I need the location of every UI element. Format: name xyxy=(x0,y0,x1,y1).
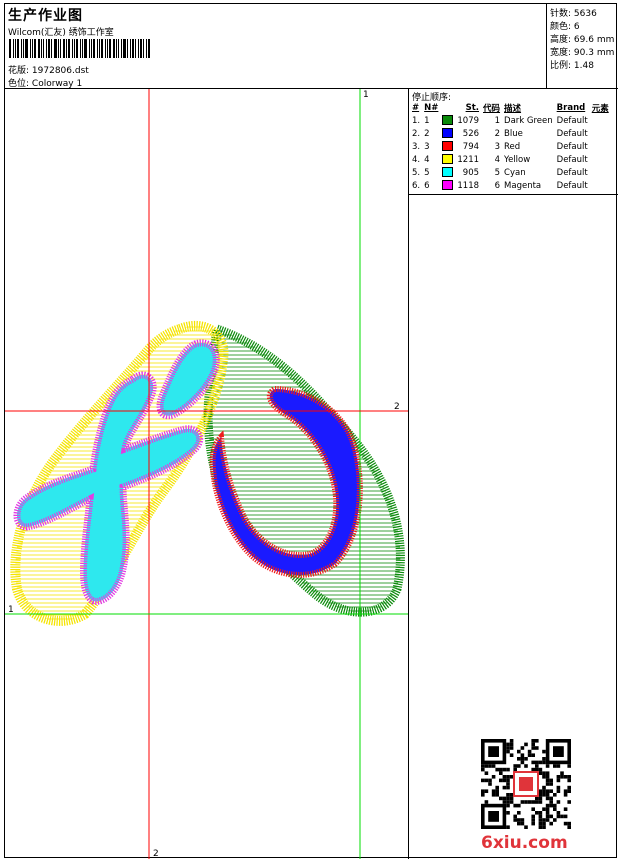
table-row: 6. 6 1118 6 Magenta Default xyxy=(410,179,611,192)
row-stitches: 526 xyxy=(462,128,480,139)
table-header-row: # N# St. 代码 描述 Brand 元素 xyxy=(410,101,611,114)
row-element xyxy=(590,179,611,192)
row-n: 1 xyxy=(424,115,430,126)
stat-scale: 比例: 1.48 xyxy=(550,61,594,71)
row-element xyxy=(590,140,611,153)
row-index: 1. xyxy=(412,115,421,126)
header-panel: 生产作业图 Wilcom(汇友) 绣饰工作室 花版: 1972806.dst 色… xyxy=(5,4,547,89)
stats-panel: 针数: 5636 颜色: 6 高度: 69.6 mm 宽度: 90.3 mm 比… xyxy=(547,4,618,89)
guide-label-green-horizontal: 1 xyxy=(8,605,14,615)
row-swatch xyxy=(440,179,455,192)
row-brand: Default xyxy=(556,141,588,152)
row-element xyxy=(590,166,611,179)
table-row: 3. 3 794 3 Red Default xyxy=(410,140,611,153)
stat-height: 高度: 69.6 mm xyxy=(550,35,615,45)
row-desc: Cyan xyxy=(504,167,526,178)
row-brand: Default xyxy=(556,154,588,165)
table-row: 1. 1 1079 1 Dark Green Default xyxy=(410,114,611,127)
design-canvas: 2 1 2 1 xyxy=(5,89,409,859)
row-n: 2 xyxy=(424,128,430,139)
row-n: 5 xyxy=(424,167,430,178)
stat-stitches: 针数: 5636 xyxy=(550,9,597,19)
color-swatch xyxy=(442,128,454,139)
row-code: 3 xyxy=(494,141,501,152)
embroidery-preview xyxy=(5,89,408,859)
row-brand: Default xyxy=(556,128,588,139)
row-stitches: 1079 xyxy=(457,115,480,126)
col-desc: 描述 xyxy=(504,103,522,114)
color-swatch xyxy=(442,180,454,191)
col-code: 代码 xyxy=(483,103,501,114)
row-desc: Yellow xyxy=(504,154,531,165)
row-element xyxy=(590,153,611,166)
studio-name: Wilcom(汇友) 绣饰工作室 xyxy=(8,28,114,38)
row-code: 2 xyxy=(494,128,501,139)
color-swatch xyxy=(442,154,454,165)
col-element: 元素 xyxy=(591,103,609,114)
row-swatch xyxy=(440,153,455,166)
color-swatch xyxy=(442,167,454,178)
guide-label-red-vertical: 2 xyxy=(153,849,159,859)
row-index: 3. xyxy=(412,141,421,152)
row-brand: Default xyxy=(556,167,588,178)
row-brand: Default xyxy=(556,180,588,191)
stop-sequence-table: # N# St. 代码 描述 Brand 元素 1. 1 1079 1 Dark Gre… xyxy=(410,101,611,192)
row-stitches: 794 xyxy=(462,141,480,152)
design-label: 花版: xyxy=(8,66,30,76)
row-desc: Magenta xyxy=(504,180,542,191)
design-line: 花版: 1972806.dst xyxy=(8,63,89,76)
row-n: 6 xyxy=(424,180,430,191)
row-swatch xyxy=(440,127,455,140)
stat-colors: 颜色: 6 xyxy=(550,22,580,32)
row-element xyxy=(590,114,611,127)
color-swatch xyxy=(442,115,454,126)
row-desc: Blue xyxy=(504,128,523,139)
guide-label-green-vertical: 1 xyxy=(363,90,369,100)
row-stitches: 1211 xyxy=(457,154,480,165)
stop-sequence-panel: 停止顺序: # N# St. 代码 描述 Brand 元素 1. 1 1079 1 Da… xyxy=(409,89,618,195)
guide-label-red-horizontal: 2 xyxy=(394,402,400,412)
barcode xyxy=(9,39,151,58)
row-index: 5. xyxy=(412,167,421,178)
sheet-title: 生产作业图 xyxy=(8,8,83,24)
row-code: 4 xyxy=(494,154,501,165)
table-row: 5. 5 905 5 Cyan Default xyxy=(410,166,611,179)
color-swatch xyxy=(442,141,454,152)
qr-code xyxy=(481,739,571,829)
table-row: 4. 4 1211 4 Yellow Default xyxy=(410,153,611,166)
row-swatch xyxy=(440,166,455,179)
row-swatch xyxy=(440,140,455,153)
row-code: 5 xyxy=(494,167,501,178)
col-brand: Brand xyxy=(556,102,586,113)
stat-width: 宽度: 90.3 mm xyxy=(550,48,615,58)
table-row: 2. 2 526 2 Blue Default xyxy=(410,127,611,140)
row-brand: Default xyxy=(556,115,588,126)
design-value: 1972806.dst xyxy=(31,66,89,76)
row-desc: Red xyxy=(504,141,521,152)
col-index: # xyxy=(412,102,420,113)
row-code: 1 xyxy=(494,115,501,126)
col-swatch xyxy=(440,101,455,114)
row-n: 4 xyxy=(424,154,430,165)
col-n: N# xyxy=(424,102,439,113)
row-code: 6 xyxy=(494,180,501,191)
row-desc: Dark Green xyxy=(504,115,553,126)
production-sheet: 生产作业图 Wilcom(汇友) 绣饰工作室 花版: 1972806.dst 色… xyxy=(4,3,618,859)
row-index: 2. xyxy=(412,128,421,139)
row-n: 3 xyxy=(424,141,430,152)
watermark-logo: 6xiu.com xyxy=(481,833,568,853)
row-index: 6. xyxy=(412,180,421,191)
colorway-line: 色位: Colorway 1 xyxy=(8,76,82,89)
row-element xyxy=(590,127,611,140)
colorway-label: 色位: xyxy=(8,79,30,89)
row-stitches: 905 xyxy=(462,167,480,178)
row-index: 4. xyxy=(412,154,421,165)
col-stitches: St. xyxy=(465,102,480,113)
row-stitches: 1118 xyxy=(457,180,480,191)
row-swatch xyxy=(440,114,455,127)
colorway-value: Colorway 1 xyxy=(31,79,83,89)
